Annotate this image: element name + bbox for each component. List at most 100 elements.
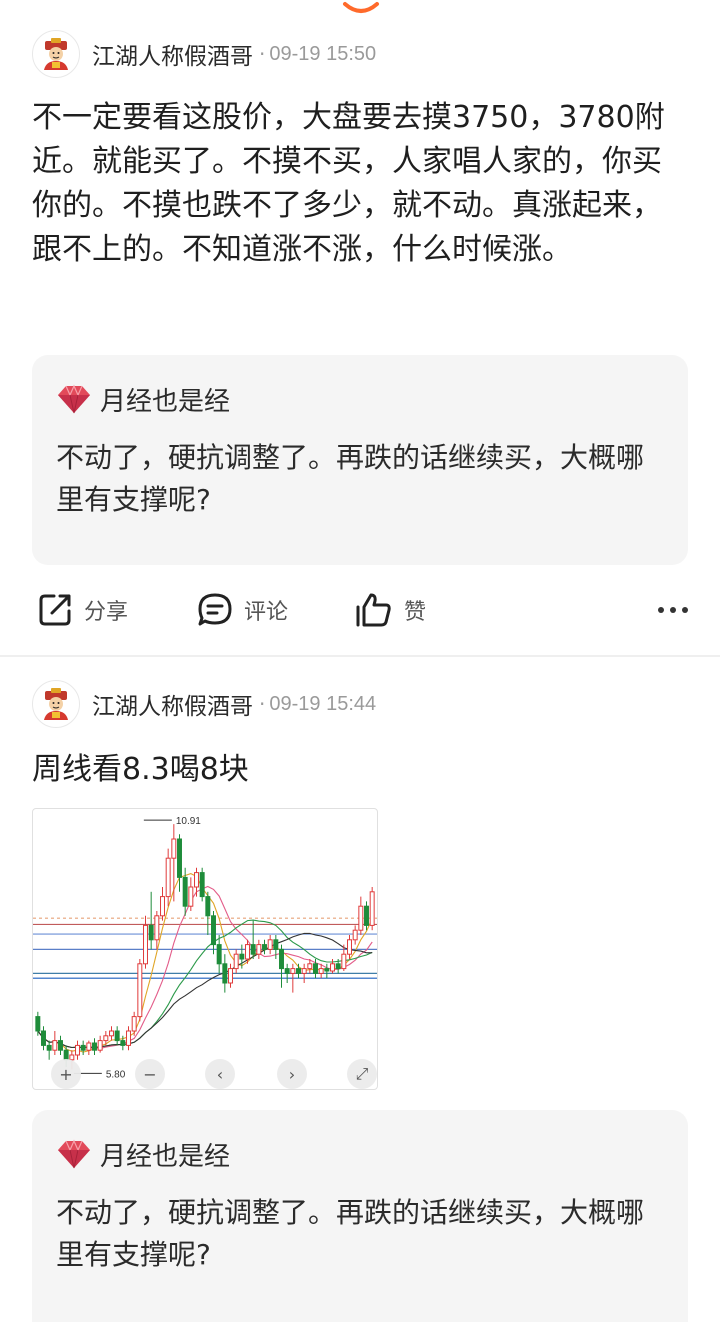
candle-body <box>301 968 307 974</box>
post-header: 江湖人称假酒哥 · 09-19 15:50 <box>32 30 376 78</box>
red-gem-icon <box>58 1139 90 1169</box>
candle-body <box>58 1040 63 1051</box>
candle-body <box>205 896 211 917</box>
candle-body <box>52 1040 58 1051</box>
more-icon <box>658 607 664 613</box>
more-icon <box>670 607 676 613</box>
candle-body <box>324 968 330 972</box>
candle-body <box>126 1030 131 1046</box>
candle-body <box>239 953 245 960</box>
post-content[interactable]: 周线看8.3喝8块 <box>32 748 682 792</box>
fortune-god-avatar <box>37 685 75 723</box>
candle-body <box>46 1044 52 1051</box>
zoom-in-icon: + <box>59 1064 73 1084</box>
candle-body <box>262 944 267 950</box>
share-icon <box>39 594 71 626</box>
candle-body <box>80 1044 86 1051</box>
quoted-reply[interactable]: 月经也是经 不动了，硬抗调整了。再跌的话继续买，大概哪里有支撑呢? <box>32 1110 688 1322</box>
post-time: 09-19 15:50 <box>269 42 377 65</box>
refresh-indicator-icon <box>343 2 379 13</box>
quote-author-name[interactable]: 月经也是经 <box>100 381 230 418</box>
candle-body <box>131 1016 137 1032</box>
candle-body <box>177 838 182 878</box>
post-header: 江湖人称假酒哥 · 09-19 15:44 <box>32 680 376 728</box>
candle-body <box>267 939 273 950</box>
candle-body <box>35 1016 41 1032</box>
candle-body <box>284 968 290 974</box>
candle-body <box>358 905 364 931</box>
quote-author-row: 月经也是经 <box>56 379 664 419</box>
candle-body <box>330 963 335 972</box>
candle-body <box>256 944 262 955</box>
candle-body <box>165 857 171 898</box>
candle-body <box>307 963 313 970</box>
candle-body <box>86 1042 92 1051</box>
avatar[interactable] <box>32 680 80 728</box>
moving-average-line <box>37 919 373 1049</box>
avatar[interactable] <box>32 30 80 78</box>
candle-body <box>137 963 143 1018</box>
candle-body <box>233 953 239 970</box>
low-price-label: 5.80 <box>106 1069 126 1080</box>
red-gem-icon <box>58 384 90 414</box>
candle-body <box>245 944 250 960</box>
chevron-right-icon: › <box>288 1064 296 1084</box>
quote-text: 不动了，硬抗调整了。再跌的话继续买，大概哪里有支撑呢? <box>56 1196 645 1271</box>
candle-body <box>250 944 256 955</box>
separator-dot: · <box>259 42 266 66</box>
like-label: 赞 <box>404 600 427 625</box>
comment-button[interactable]: 评论 <box>196 580 288 640</box>
fullscreen-button[interactable]: ⤢ <box>347 1059 377 1089</box>
candle-body <box>103 1035 109 1042</box>
candle-body <box>160 896 165 917</box>
candle-body <box>114 1030 120 1042</box>
candle-body <box>296 968 301 974</box>
candle-body <box>75 1044 80 1056</box>
post-item: 江湖人称假酒哥 · 09-19 15:44 周线看8.3喝8块 10.91 5.8… <box>0 680 720 1322</box>
more-button[interactable] <box>658 592 688 628</box>
kline-chart-image[interactable]: 10.91 5.80 + − ‹ › ⤢ <box>32 808 378 1090</box>
post-divider <box>0 655 720 657</box>
candle-body <box>194 872 199 888</box>
candle-body <box>222 963 228 984</box>
zoom-out-icon: − <box>143 1064 157 1084</box>
quote-text: 不动了，硬抗调整了。再跌的话继续买，大概哪里有支撑呢? <box>56 441 645 516</box>
more-icon <box>682 607 688 613</box>
candle-body <box>41 1030 46 1046</box>
candle-body <box>352 929 358 941</box>
candle-body <box>341 953 347 970</box>
zoom-out-button[interactable]: − <box>135 1059 165 1089</box>
candle-body <box>188 886 194 907</box>
quote-author-name[interactable]: 月经也是经 <box>100 1136 230 1173</box>
moving-average-line <box>37 873 373 1053</box>
post-actions: 分享 评论 赞 <box>0 580 720 640</box>
candle-body <box>109 1030 114 1037</box>
candle-body <box>216 944 222 965</box>
author-name[interactable]: 江湖人称假酒哥 <box>92 687 253 721</box>
quoted-reply[interactable]: 月经也是经 不动了，硬抗调整了。再跌的话继续买，大概哪里有支撑呢? <box>32 355 688 565</box>
post-item: 江湖人称假酒哥 · 09-19 15:50 不一定要看这股价，大盘要去摸3750… <box>0 30 720 650</box>
post-time: 09-19 15:44 <box>269 692 377 715</box>
post-content[interactable]: 不一定要看这股价，大盘要去摸3750，3780附近。就能买了。不摸不买，人家唱人… <box>32 96 682 272</box>
candle-body <box>211 915 216 946</box>
thumbs-up-icon <box>356 593 391 627</box>
candle-body <box>335 963 341 970</box>
pan-left-button[interactable]: ‹ <box>205 1059 235 1089</box>
candle-body <box>279 948 284 970</box>
share-button[interactable]: 分享 <box>36 580 128 640</box>
candle-body <box>228 968 233 984</box>
candle-body <box>182 876 188 907</box>
candle-body <box>199 872 205 898</box>
like-button[interactable]: 赞 <box>354 580 426 640</box>
zoom-in-button[interactable]: + <box>51 1059 81 1089</box>
fortune-god-avatar <box>37 35 75 73</box>
fullscreen-icon: ⤢ <box>355 1064 369 1083</box>
author-name[interactable]: 江湖人称假酒哥 <box>92 37 253 71</box>
candle-body <box>318 968 324 974</box>
candle-body <box>154 915 160 941</box>
separator-dot: · <box>259 692 266 716</box>
candle-body <box>313 963 318 974</box>
pan-right-button[interactable]: › <box>277 1059 307 1089</box>
candle-body <box>171 838 177 859</box>
candle-body <box>369 891 375 926</box>
